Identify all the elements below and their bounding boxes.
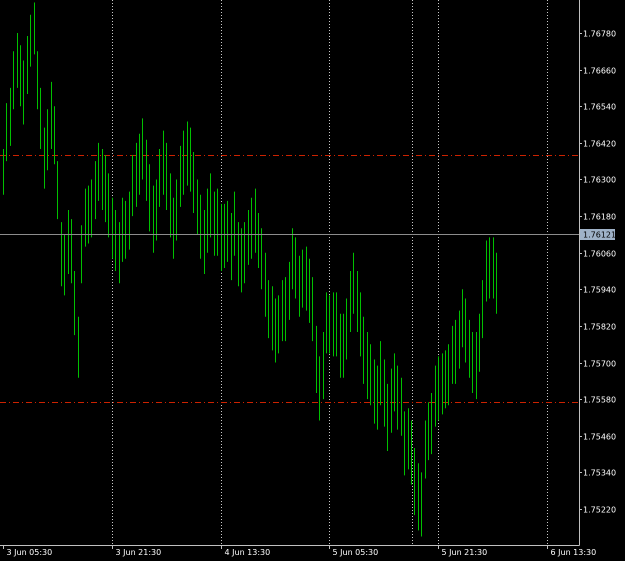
price-tick-label: 1.75460 bbox=[583, 433, 616, 442]
time-tick-label: 3 Jun 05:30 bbox=[7, 548, 53, 557]
price-tick-label: 1.75340 bbox=[583, 469, 616, 478]
price-tick-label: 1.76540 bbox=[583, 103, 616, 112]
time-tick-label: 3 Jun 21:30 bbox=[116, 548, 162, 557]
price-tick-label: 1.76180 bbox=[583, 213, 616, 222]
price-tick-label: 1.75580 bbox=[583, 396, 616, 405]
price-tick-label: 1.76780 bbox=[583, 30, 616, 39]
price-tick-label: 1.76420 bbox=[583, 140, 616, 149]
time-tick-label: 6 Jun 13:30 bbox=[551, 548, 597, 557]
price-tick-label: 1.76660 bbox=[583, 67, 616, 76]
price-chart: 1.76780 1.76660 1.76540 1.76420 1.76300 1.761… bbox=[0, 0, 625, 561]
price-tick-label: 1.75940 bbox=[583, 286, 616, 295]
current-price-badge-group: 1.76121 bbox=[580, 229, 616, 240]
price-tick-label: 1.76300 bbox=[583, 176, 616, 185]
time-tick-label: 5 Jun 05:30 bbox=[333, 548, 379, 557]
current-price-label: 1.76121 bbox=[583, 231, 616, 240]
time-tick-label: 4 Jun 13:30 bbox=[225, 548, 271, 557]
time-tick-label: 5 Jun 21:30 bbox=[442, 548, 488, 557]
price-tick-label: 1.76060 bbox=[583, 250, 616, 259]
price-tick-label: 1.75820 bbox=[583, 323, 616, 332]
price-tick-label: 1.75220 bbox=[583, 506, 616, 515]
price-tick-label: 1.75700 bbox=[583, 360, 616, 369]
